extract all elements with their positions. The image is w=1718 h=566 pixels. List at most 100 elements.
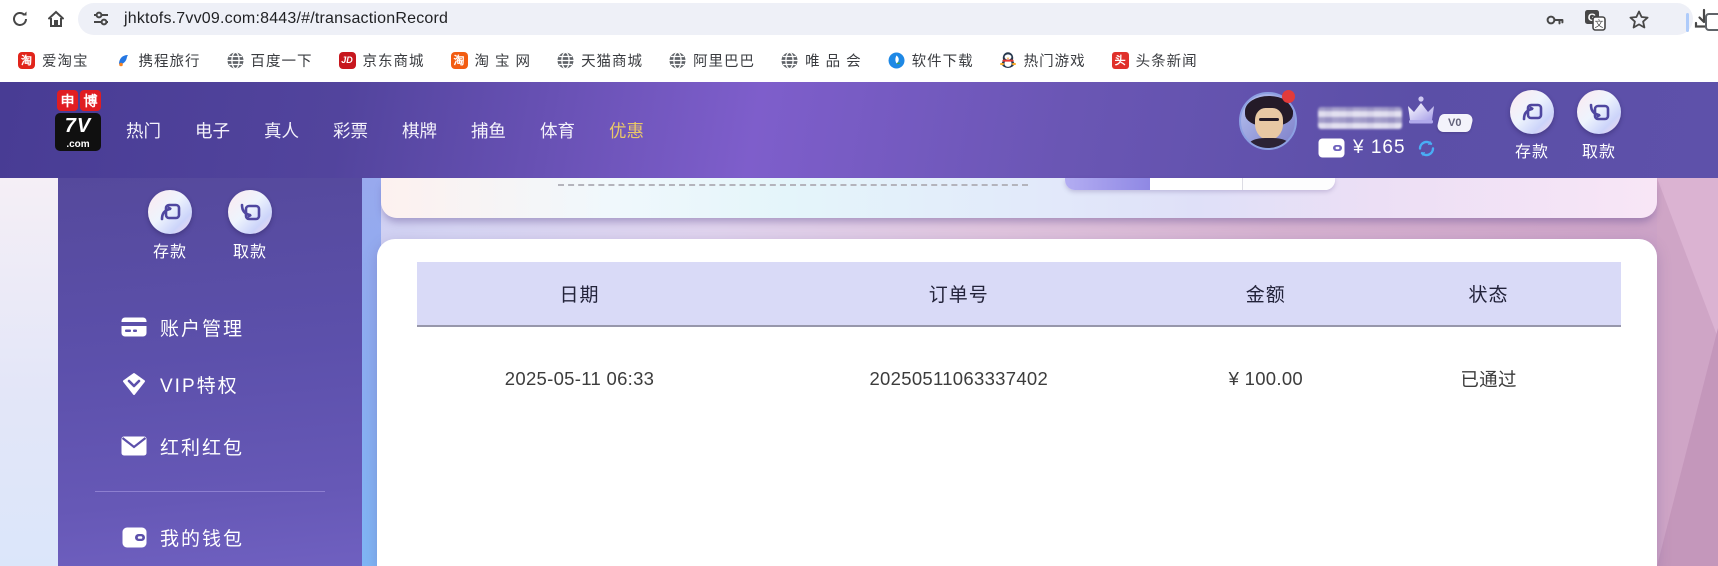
nav-fishing[interactable]: 捕鱼 (471, 118, 506, 143)
bookmarks-panel-icon[interactable] (1705, 13, 1718, 31)
balance-row: ¥ 165 (1318, 136, 1437, 160)
sidebar-item-vip[interactable]: VIP特权 (121, 368, 341, 400)
avatar-brow (1259, 118, 1279, 121)
sidebar-deposit-button[interactable]: 存款 (142, 190, 198, 262)
bookmark-vip[interactable]: 唯 品 会 (781, 50, 862, 71)
vip-level[interactable]: V0 (1400, 96, 1475, 138)
svg-text:文: 文 (1594, 18, 1603, 29)
bookmark-ctrip[interactable]: 携程旅行 (115, 50, 201, 71)
reload-icon[interactable] (6, 5, 34, 33)
logo-com: .com (55, 139, 101, 151)
col-date: 日期 (559, 285, 600, 306)
refresh-balance-icon[interactable] (1416, 138, 1437, 159)
site-logo[interactable]: 申 博 7V .com (55, 90, 103, 151)
bookmark-tmall[interactable]: 天猫商城 (557, 50, 643, 71)
filter-card (381, 178, 1657, 218)
record-tab-selected[interactable] (1065, 178, 1150, 190)
password-key-icon[interactable] (1544, 9, 1566, 36)
username-blurred[interactable] (1318, 107, 1402, 129)
transaction-record-card: 日期 订单号 金额 状态 2025-05-11 06:33 2025051106… (377, 239, 1657, 566)
card-icon (121, 317, 147, 337)
notification-dot (1282, 90, 1295, 103)
bookmark-toutiao[interactable]: 头 头条新闻 (1111, 50, 1198, 71)
nav-sports[interactable]: 体育 (540, 118, 575, 143)
deposit-icon (1510, 90, 1554, 134)
bookmark-games[interactable]: 热门游戏 (1000, 50, 1086, 71)
address-bar[interactable]: jhktofs.7vv09.com:8443/#/transactionReco… (78, 3, 1693, 35)
wallet-icon (1318, 138, 1345, 158)
logo-char-bo: 博 (80, 90, 101, 111)
col-order: 订单号 (928, 285, 989, 306)
table-row: 2025-05-11 06:33 20250511063337402 ¥ 100… (417, 349, 1621, 409)
sidebar-item-bonus[interactable]: 红利红包 (121, 430, 341, 462)
main-nav: 热门 电子 真人 彩票 棋牌 捕鱼 体育 优惠 (126, 82, 644, 178)
qq-penguin-icon (1000, 52, 1017, 69)
globe-icon (669, 51, 686, 69)
home-icon[interactable] (42, 5, 70, 33)
bookmark-jd[interactable]: JD 京东商城 (338, 50, 425, 71)
avatar-face (1255, 108, 1283, 140)
deposit-icon (148, 190, 192, 234)
header-deposit-button[interactable]: 存款 (1504, 90, 1560, 162)
bookmark-software[interactable]: 软件下载 (888, 50, 974, 71)
header-withdraw-button[interactable]: 取款 (1571, 90, 1627, 162)
site-info-icon[interactable] (92, 10, 110, 33)
toutiao-icon: 头 (1111, 51, 1129, 69)
col-amount: 金额 (1245, 285, 1286, 306)
col-status: 状态 (1468, 285, 1509, 306)
right-decor-background (1657, 178, 1718, 566)
software-download-icon (888, 52, 905, 69)
bookmarks-separator (1686, 13, 1689, 32)
vip-badge: V0 (1435, 114, 1475, 132)
url-text[interactable]: jhktofs.7vv09.com:8443/#/transactionReco… (124, 10, 448, 28)
sidebar-divider (95, 491, 325, 492)
sidebar: 存款 取款 账户管理 VIP特权 红利红包 我的钱包 (58, 178, 362, 566)
bookmark-taobao[interactable]: 淘 淘 宝 网 (450, 50, 532, 71)
date-range-field[interactable] (558, 184, 1028, 186)
decor-facet (1657, 328, 1718, 566)
sidebar-item-account[interactable]: 账户管理 (121, 311, 341, 343)
cell-date: 2025-05-11 06:33 (504, 368, 655, 389)
jd-icon: JD (338, 51, 356, 69)
withdraw-icon (228, 190, 272, 234)
record-type-tabs (1065, 178, 1335, 190)
globe-icon (227, 51, 244, 69)
ctrip-dolphin-icon (115, 52, 132, 69)
translate-icon[interactable]: G文 (1584, 9, 1606, 36)
cell-order: 20250511063337402 (869, 368, 1049, 389)
taobao-orange-icon: 淘 (450, 51, 468, 69)
sidebar-withdraw-button[interactable]: 取款 (222, 190, 278, 262)
nav-promos[interactable]: 优惠 (609, 118, 644, 143)
bookmark-star-icon[interactable] (1628, 9, 1650, 36)
browser-toolbar: jhktofs.7vv09.com:8443/#/transactionReco… (0, 0, 1718, 38)
bookmark-baidu[interactable]: 百度一下 (227, 50, 313, 71)
bookmark-alibaba[interactable]: 阿里巴巴 (669, 50, 755, 71)
gem-icon (121, 373, 147, 395)
globe-icon (781, 51, 798, 69)
withdraw-icon (1577, 90, 1621, 134)
left-gutter (0, 178, 58, 566)
bookmarks-bar: 淘 爱淘宝 携程旅行 百度一下 JD 京东商城 淘 淘 宝 网 天猫商城 阿里巴… (0, 38, 1718, 82)
browser-window: jhktofs.7vv09.com:8443/#/transactionReco… (0, 0, 1718, 566)
bookmark-aitaobao[interactable]: 淘 爱淘宝 (18, 50, 89, 71)
nav-lottery[interactable]: 彩票 (333, 118, 368, 143)
cell-amount: ¥ 100.00 (1228, 368, 1304, 389)
logo-char-shen: 申 (57, 90, 78, 111)
cell-status status-badge: 已通过 (1460, 369, 1517, 390)
wallet-icon (121, 527, 147, 548)
record-tab[interactable] (1150, 178, 1243, 190)
taobao-icon: 淘 (18, 51, 35, 69)
page-background: 存款 取款 账户管理 VIP特权 红利红包 我的钱包 日期 订单号 金额 状态 … (0, 178, 1718, 566)
decor-facet (1657, 178, 1718, 338)
nav-slots[interactable]: 电子 (195, 118, 230, 143)
nav-live[interactable]: 真人 (264, 118, 299, 143)
globe-icon (557, 51, 574, 69)
sidebar-item-wallet[interactable]: 我的钱包 (121, 521, 341, 553)
logo-7v: 7V (55, 113, 101, 139)
balance-amount: ¥ 165 (1353, 137, 1406, 158)
nav-hot[interactable]: 热门 (126, 118, 161, 143)
table-header: 日期 订单号 金额 状态 (417, 262, 1621, 327)
record-tab[interactable] (1243, 178, 1335, 190)
nav-cards[interactable]: 棋牌 (402, 118, 437, 143)
envelope-icon (121, 436, 147, 456)
